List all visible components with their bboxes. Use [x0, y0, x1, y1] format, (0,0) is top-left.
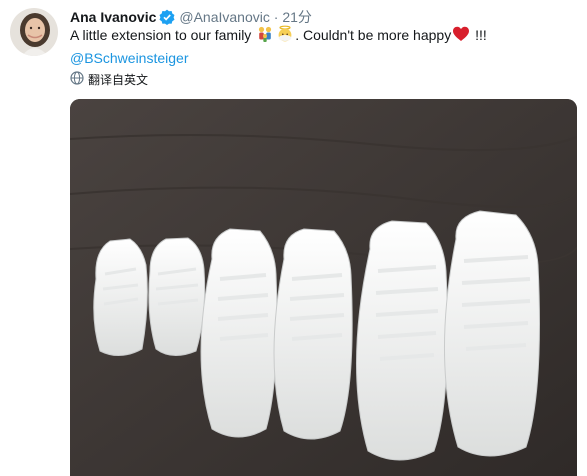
tweet-photo[interactable] — [70, 99, 577, 476]
red-heart-emoji-icon — [452, 25, 470, 48]
avatar[interactable] — [10, 8, 58, 56]
avatar-image — [10, 8, 58, 56]
author-name[interactable]: Ana Ivanovic — [70, 9, 156, 25]
tweet-timestamp[interactable]: 21分 — [282, 9, 312, 25]
family-emoji-icon — [256, 25, 274, 48]
shoes-photo — [70, 99, 577, 476]
tweet-text-part3: !!! — [471, 27, 487, 43]
mention-link[interactable]: @BSchweinsteiger — [70, 48, 189, 68]
tweet-text-part1: A little extension to our family — [70, 27, 252, 43]
tweet-text-part2: . Couldn't be more happy — [295, 27, 452, 43]
translate-label: 翻译自英文 — [88, 73, 149, 87]
author-handle[interactable]: @AnaIvanovic — [179, 9, 269, 25]
baby-angel-emoji-icon — [276, 25, 294, 48]
tweet-text: A little extension to our family . Could… — [70, 25, 575, 68]
translate-tweet-button[interactable]: 翻译自英文 — [70, 71, 148, 89]
globe-icon — [70, 71, 84, 89]
separator-dot: · — [273, 9, 279, 25]
